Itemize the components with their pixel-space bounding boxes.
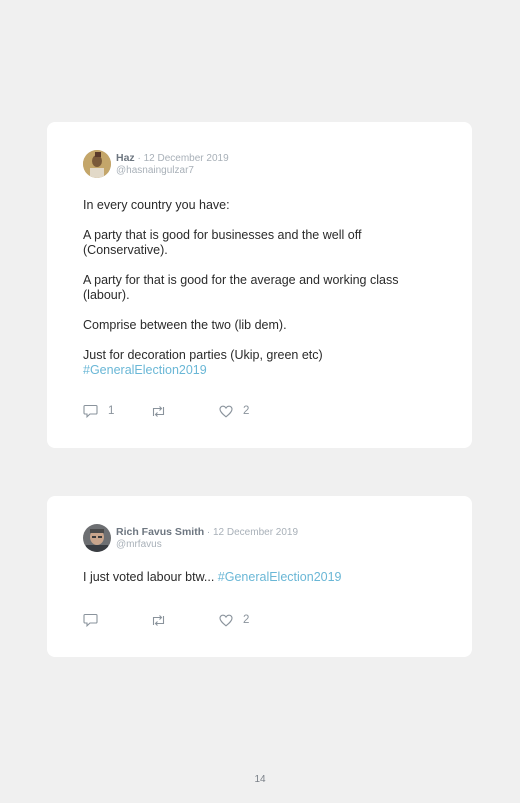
- tweet-text: In every country you have: A party that …: [83, 198, 448, 378]
- retweet-button[interactable]: [150, 612, 167, 628]
- separator: ·: [134, 153, 144, 164]
- heart-icon: [219, 405, 233, 418]
- page-number: 14: [254, 774, 266, 785]
- display-name[interactable]: Haz: [116, 152, 135, 164]
- tweet-date: 12 December 2019: [143, 153, 229, 164]
- hashtag-link[interactable]: #GeneralElection2019: [83, 363, 207, 377]
- like-button[interactable]: 2: [219, 612, 249, 628]
- tweet-paragraph: A party that is good for businesses and …: [83, 228, 362, 257]
- reply-count: 1: [108, 405, 115, 417]
- reply-icon: [83, 404, 98, 418]
- tweet-paragraph: Comprise between the two (lib dem).: [83, 318, 287, 332]
- display-name[interactable]: Rich Favus Smith: [116, 526, 204, 538]
- tweet-card: Haz · 12 December 2019 @hasnaingulzar7 I…: [47, 122, 472, 448]
- retweet-button[interactable]: [150, 403, 167, 419]
- hashtag-link[interactable]: #GeneralElection2019: [218, 570, 342, 584]
- reply-icon: [83, 613, 98, 627]
- like-button[interactable]: 2: [219, 403, 249, 419]
- tweet-card: Rich Favus Smith · 12 December 2019 @mrf…: [47, 496, 472, 657]
- separator: ·: [204, 527, 213, 538]
- user-handle[interactable]: @mrfavus: [116, 539, 162, 551]
- heart-icon: [219, 614, 233, 627]
- user-handle[interactable]: @hasnaingulzar7: [116, 165, 194, 177]
- tweet-last-text: Just for decoration parties (Ukip, green…: [83, 348, 323, 362]
- tweet-header: Haz · 12 December 2019: [116, 152, 229, 165]
- like-count: 2: [243, 614, 250, 626]
- tweet-text: I just voted labour btw... #GeneralElect…: [83, 570, 448, 585]
- avatar[interactable]: [83, 150, 111, 178]
- reply-button[interactable]: 1: [83, 403, 114, 419]
- retweet-icon: [150, 614, 167, 627]
- tweet-header: Rich Favus Smith · 12 December 2019: [116, 526, 298, 539]
- retweet-icon: [150, 405, 167, 418]
- tweet-body: I just voted labour btw...: [83, 570, 218, 584]
- tweet-paragraph: In every country you have:: [83, 198, 230, 212]
- reply-button[interactable]: [83, 612, 98, 628]
- tweet-paragraph: Just for decoration parties (Ukip, green…: [83, 348, 448, 378]
- avatar[interactable]: [83, 524, 111, 552]
- tweet-date: 12 December 2019: [213, 527, 299, 538]
- like-count: 2: [243, 405, 250, 417]
- tweet-paragraph: A party for that is good for the average…: [83, 273, 399, 302]
